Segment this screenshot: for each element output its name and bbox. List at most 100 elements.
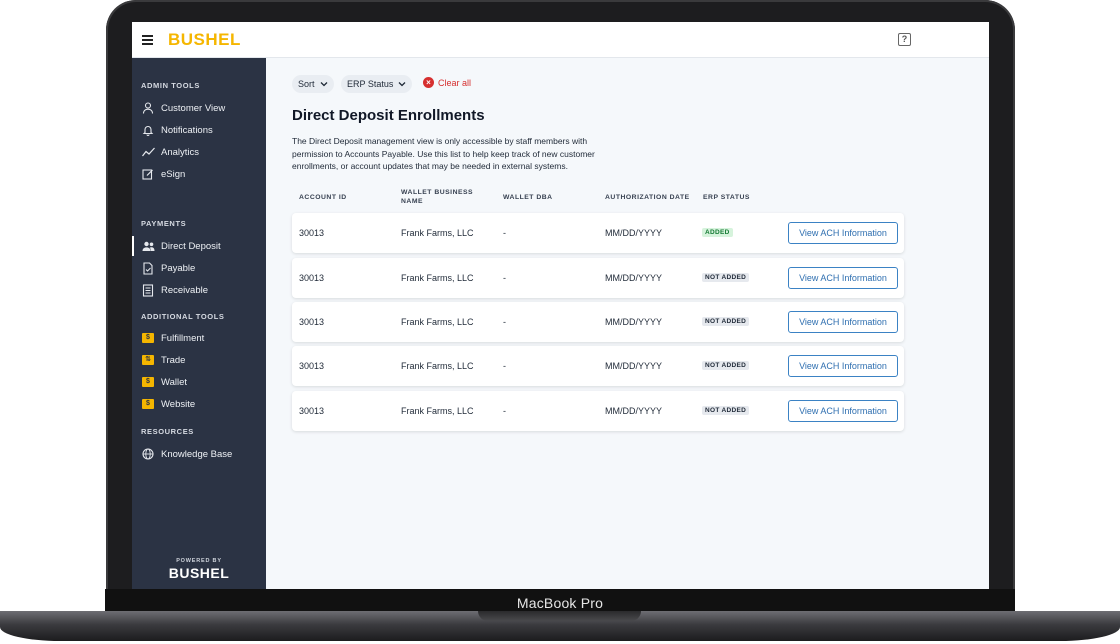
sidebar-item-payable[interactable]: Payable [132,258,266,278]
business-name: Frank Farms, LLC [401,361,474,371]
help-icon[interactable]: ? [898,33,911,46]
app-screen: BUSHEL ? ADMIN TOOLS Customer View Notif… [132,22,989,590]
status-badge: NOT ADDED [702,273,750,282]
account-id: 30013 [299,228,325,238]
sidebar-item-knowledge-base[interactable]: Knowledge Base [132,444,266,464]
sidebar: ADMIN TOOLS Customer View Notifications … [132,58,266,590]
user-icon [141,101,155,115]
sidebar-item-label: Fulfillment [161,332,205,344]
view-ach-button[interactable]: View ACH Information [788,267,898,289]
laptop-base: MacBook Pro [0,589,1120,644]
sidebar-item-website[interactable]: $ Website [132,394,266,414]
sidebar-item-label: Wallet [161,376,188,388]
list-document-icon [141,283,155,297]
page-description: The Direct Deposit management view is on… [292,136,595,171]
sidebar-item-label: Website [161,398,196,410]
wallet-icon: $ [141,375,155,389]
authorization-date: MM/DD/YYYY [605,361,663,371]
account-id: 30013 [299,317,325,327]
view-ach-button[interactable]: View ACH Information [788,222,898,244]
device-label: MacBook Pro [516,595,604,611]
sidebar-item-trade[interactable]: ⇅ Trade [132,350,266,370]
account-id: 30013 [299,406,325,416]
table-row: 30013 Frank Farms, LLC - MM/DD/YYYY ADDE… [292,213,904,253]
powered-by-label: POWERED BY [176,558,222,564]
authorization-date: MM/DD/YYYY [605,228,663,238]
sidebar-item-label: Direct Deposit [161,240,221,252]
column-header-dba: WALLET DBA [503,194,553,201]
account-id: 30013 [299,361,325,371]
globe-icon [141,447,155,461]
authorization-date: MM/DD/YYYY [605,406,663,416]
sidebar-item-label: Notifications [161,124,213,136]
status-badge: ADDED [702,228,733,237]
sidebar-item-wallet[interactable]: $ Wallet [132,372,266,392]
column-header-authorization-date: AUTHORIZATION DATE [605,194,690,201]
section-title-resources: RESOURCES [141,427,194,436]
wallet-dba: - [503,406,506,416]
document-icon [141,261,155,275]
sidebar-item-label: Knowledge Base [161,448,233,460]
hamburger-menu-icon[interactable] [142,35,153,45]
section-title-payments: PAYMENTS [141,219,187,228]
business-name: Frank Farms, LLC [401,317,474,327]
account-id: 30013 [299,273,325,283]
sidebar-item-customer-view[interactable]: Customer View [132,98,266,118]
wallet-dba: - [503,361,506,371]
view-ach-button[interactable]: View ACH Information [788,355,898,377]
authorization-date: MM/DD/YYYY [605,317,663,327]
website-icon: $ [141,397,155,411]
sidebar-item-label: Trade [161,354,186,366]
bell-icon [141,123,155,137]
section-title-additional-tools: ADDITIONAL TOOLS [141,312,225,321]
column-header-account-id: ACCOUNT ID [299,194,347,201]
business-name: Frank Farms, LLC [401,228,474,238]
sidebar-item-label: Customer View [161,102,226,114]
status-badge: NOT ADDED [702,317,750,326]
bushel-logo: BUSHEL [168,30,241,49]
clear-all-button[interactable]: × Clear all [423,77,471,88]
erp-status-filter[interactable]: ERP Status [341,75,413,93]
trade-icon: ⇅ [141,353,155,367]
column-header-erp-status: ERP STATUS [703,194,750,201]
chevron-down-icon [398,82,406,87]
sidebar-item-notifications[interactable]: Notifications [132,120,266,140]
wallet-dba: - [503,228,506,238]
sidebar-item-receivable[interactable]: Receivable [132,280,266,300]
wallet-dba: - [503,317,506,327]
sort-filter-label: Sort [298,79,315,89]
top-bar: BUSHEL ? [132,22,989,58]
table-row: 30013 Frank Farms, LLC - MM/DD/YYYY NOT … [292,391,904,431]
users-icon [141,239,155,253]
edit-icon [141,167,155,181]
main-content: Sort ERP Status × Clear all Direct Depos… [266,58,989,590]
view-ach-button[interactable]: View ACH Information [788,400,898,422]
sidebar-item-fulfillment[interactable]: $ Fulfillment [132,328,266,348]
powered-by-logo: BUSHEL [168,565,230,581]
trend-icon [141,145,155,159]
page-title: Direct Deposit Enrollments [292,107,485,124]
sidebar-item-direct-deposit[interactable]: Direct Deposit [132,236,266,256]
sidebar-item-label: Receivable [161,284,208,296]
clear-all-label: Clear all [438,77,472,88]
section-title-admin-tools: ADMIN TOOLS [141,81,200,90]
laptop-notch [478,611,641,621]
close-icon: × [423,77,434,88]
view-ach-button[interactable]: View ACH Information [788,311,898,333]
chevron-down-icon [320,82,327,87]
sidebar-item-label: eSign [161,168,186,180]
sidebar-item-analytics[interactable]: Analytics [132,142,266,162]
sidebar-item-label: Payable [161,262,196,274]
table-row: 30013 Frank Farms, LLC - MM/DD/YYYY NOT … [292,346,904,386]
sidebar-item-esign[interactable]: eSign [132,164,266,184]
business-name: Frank Farms, LLC [401,406,474,416]
sort-filter[interactable]: Sort [292,75,334,93]
fulfillment-icon: $ [141,331,155,345]
table-row: 30013 Frank Farms, LLC - MM/DD/YYYY NOT … [292,302,904,342]
erp-status-filter-label: ERP Status [347,79,394,89]
status-badge: NOT ADDED [702,361,750,370]
status-badge: NOT ADDED [702,406,750,415]
column-header-business-name: WALLET BUSINESS NAME [401,189,474,205]
authorization-date: MM/DD/YYYY [605,273,663,283]
sidebar-item-label: Analytics [161,146,200,158]
